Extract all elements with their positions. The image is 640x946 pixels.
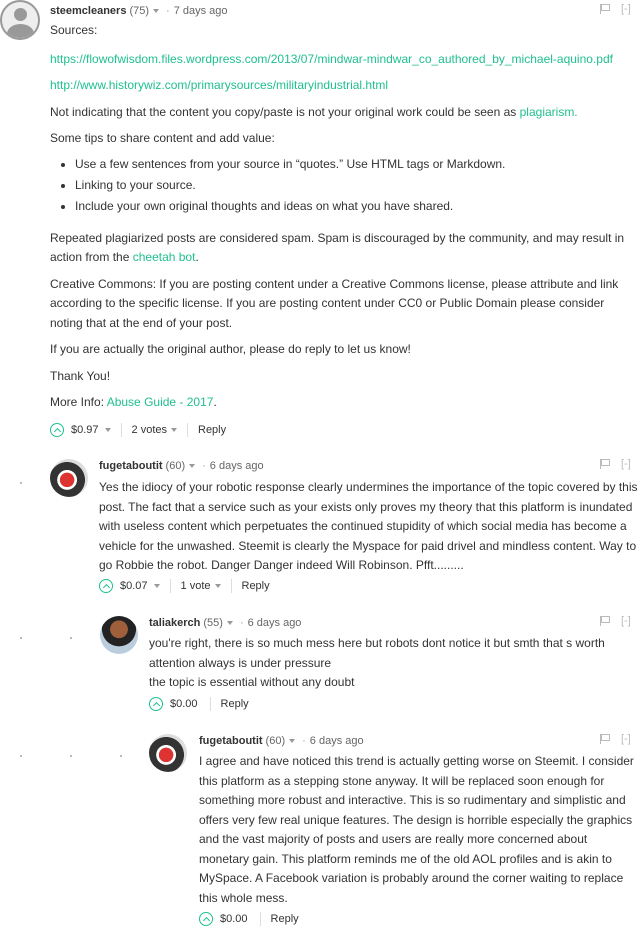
dropdown-caret-icon[interactable] <box>153 584 160 588</box>
dropdown-caret-icon[interactable] <box>153 9 160 13</box>
dropdown-caret-icon[interactable] <box>214 584 221 588</box>
source-link-2[interactable]: http://www.historywiz.com/primarysources… <box>50 78 388 92</box>
comment-fugetaboutit-reply: fugetaboutit (60) · 6 days ago [-] <box>199 733 631 747</box>
avatar-taliakerch[interactable] <box>100 616 138 654</box>
comment-footer: $0.00 Reply <box>199 910 299 928</box>
reply-button[interactable]: Reply <box>198 424 226 436</box>
flag-icon[interactable] <box>600 616 610 626</box>
collapse-toggle[interactable]: [-] <box>621 458 631 470</box>
comment-steemcleaners: steemcleaners (75) · 7 days ago [-] <box>50 3 640 19</box>
comment-body: you're right, there is so much mess here… <box>149 636 605 689</box>
collapse-toggle[interactable]: [-] <box>621 3 631 15</box>
dropdown-caret-icon[interactable] <box>289 739 296 743</box>
dropdown-caret-icon[interactable] <box>171 428 177 432</box>
cheetah-bot-link[interactable]: cheetah bot <box>133 250 196 264</box>
dropdown-caret-icon[interactable] <box>189 464 196 468</box>
comment-body: Sources: https://flowofwisdom.files.word… <box>50 21 640 413</box>
comment-footer: $0.07 1 vote Reply <box>99 577 270 595</box>
timestamp[interactable]: 7 days ago <box>174 5 228 17</box>
upvote-icon[interactable] <box>99 579 113 593</box>
author-name[interactable]: taliakerch <box>149 617 200 629</box>
vote-count[interactable]: 2 votes <box>132 424 167 436</box>
abuse-guide-link[interactable]: Abuse Guide - 2017 <box>107 395 214 409</box>
comment-header: steemcleaners (75) · 7 days ago <box>50 5 228 17</box>
comment-body: Yes the idiocy of your robotic response … <box>99 480 638 572</box>
author-reputation: (60) <box>265 735 286 747</box>
list-item: Include your own original thoughts and i… <box>75 196 640 217</box>
flag-icon[interactable] <box>600 4 610 14</box>
comment-taliakerch: taliakerch (55) · 6 days ago [-] <box>149 615 631 629</box>
author-reputation: (55) <box>203 617 223 629</box>
author-name[interactable]: fugetaboutit <box>199 735 263 747</box>
dropdown-caret-icon[interactable] <box>226 621 233 625</box>
upvote-icon[interactable] <box>50 423 64 437</box>
tips-heading: Some tips to share content and add value… <box>50 131 275 145</box>
reply-button[interactable]: Reply <box>271 913 299 925</box>
reply-button[interactable]: Reply <box>221 698 249 710</box>
dropdown-caret-icon[interactable] <box>104 428 111 432</box>
comment-footer: $0.00 Reply <box>149 695 249 713</box>
vote-count[interactable]: 1 vote <box>181 580 211 592</box>
comment-fugetaboutit: fugetaboutit (60) · 6 days ago [-] <box>99 458 631 472</box>
tips-list: Use a few sentences from your source in … <box>50 154 640 217</box>
payout-value[interactable]: $0.07 <box>120 580 148 592</box>
avatar-steemcleaners[interactable] <box>0 0 40 40</box>
creative-commons-paragraph: Creative Commons: If you are posting con… <box>50 276 619 330</box>
timestamp[interactable]: 6 days ago <box>248 617 302 629</box>
flag-icon[interactable] <box>600 734 610 744</box>
upvote-icon[interactable] <box>149 697 163 711</box>
collapse-toggle[interactable]: [-] <box>621 733 631 745</box>
payout-value[interactable]: $0.00 <box>220 913 248 925</box>
avatar-placeholder-icon <box>14 8 27 21</box>
author-reputation: (60) <box>165 460 186 472</box>
payout-value[interactable]: $0.97 <box>71 424 99 436</box>
avatar-fugetaboutit[interactable] <box>50 459 88 497</box>
comment-footer: $0.97 2 votes Reply <box>50 421 226 439</box>
timestamp[interactable]: 6 days ago <box>210 460 264 472</box>
flag-icon[interactable] <box>600 459 610 469</box>
comment-body: I agree and have noticed this trend is a… <box>199 754 634 905</box>
reply-button[interactable]: Reply <box>242 580 270 592</box>
author-reputation: (75) <box>129 5 150 17</box>
collapse-toggle[interactable]: [-] <box>621 615 631 627</box>
source-link-1[interactable]: https://flowofwisdom.files.wordpress.com… <box>50 52 613 66</box>
list-item: Use a few sentences from your source in … <box>75 154 640 175</box>
avatar-fugetaboutit[interactable] <box>149 734 187 772</box>
timestamp[interactable]: 6 days ago <box>310 735 364 747</box>
upvote-icon[interactable] <box>199 912 213 926</box>
author-name[interactable]: steemcleaners <box>50 5 126 17</box>
author-name[interactable]: fugetaboutit <box>99 460 163 472</box>
list-item: Linking to your source. <box>75 175 640 196</box>
sources-label: Sources: <box>50 23 98 37</box>
payout-value[interactable]: $0.00 <box>170 698 198 710</box>
plagiarism-link[interactable]: plagiarism. <box>520 105 578 119</box>
